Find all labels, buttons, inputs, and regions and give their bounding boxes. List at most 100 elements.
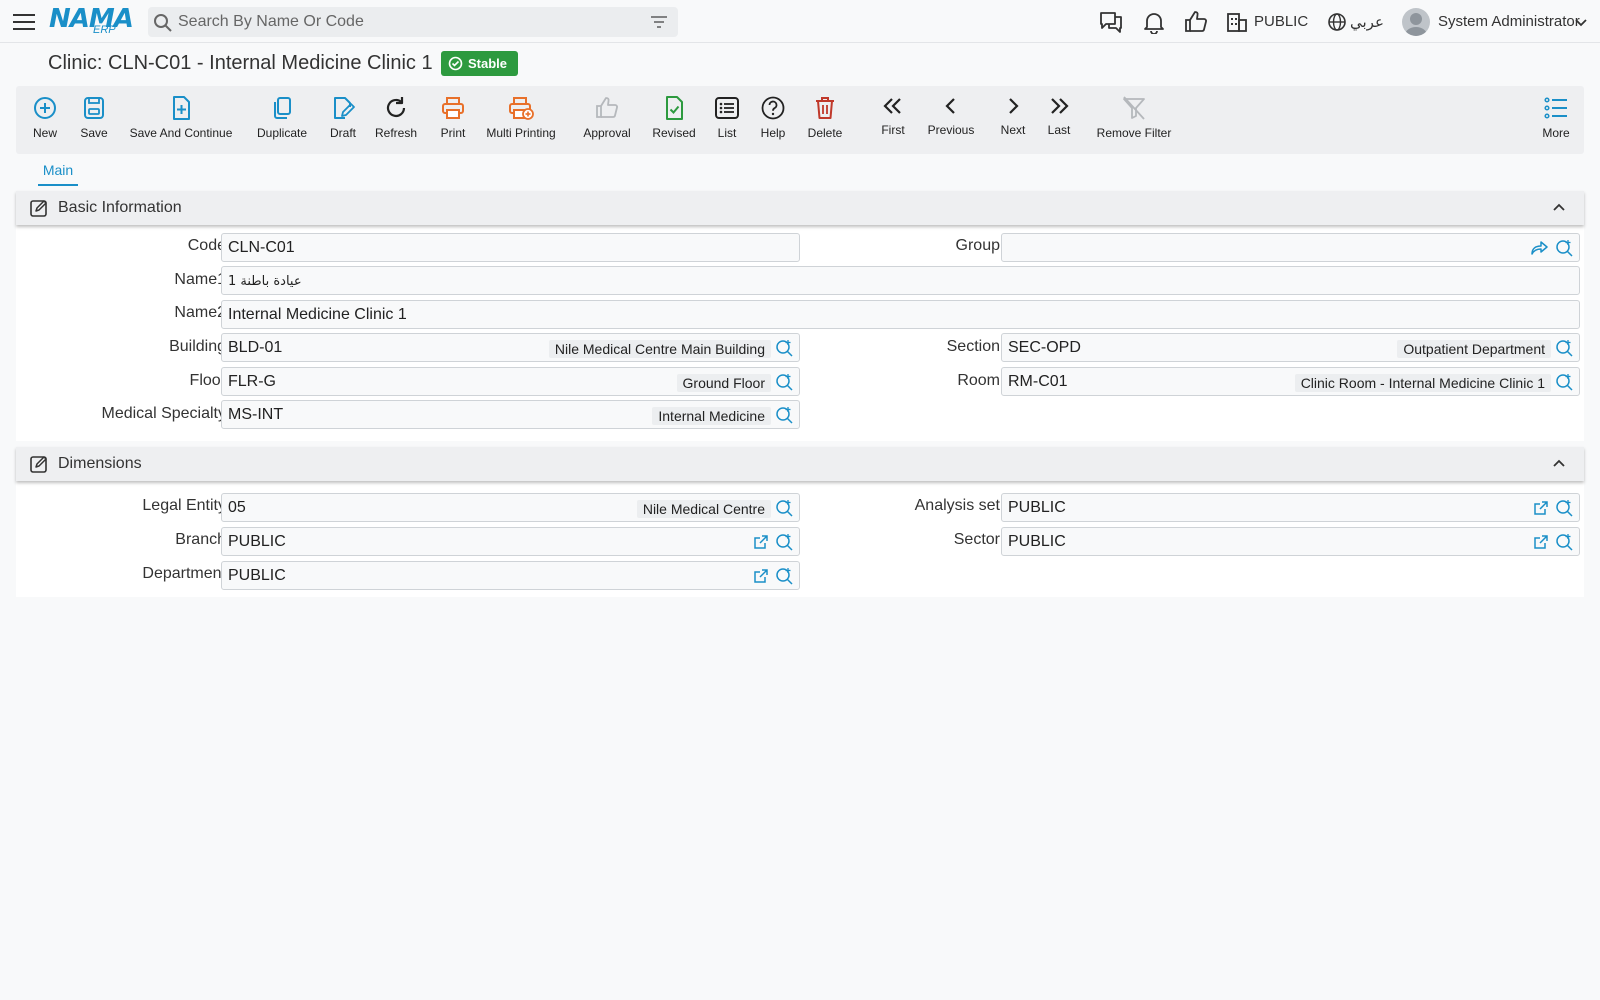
user-name[interactable]: System Administrator xyxy=(1438,13,1580,30)
chevron-down-icon[interactable] xyxy=(1574,10,1588,34)
menu-icon[interactable] xyxy=(12,11,36,33)
share-icon[interactable] xyxy=(1531,240,1549,256)
first-button[interactable]: First xyxy=(878,86,908,154)
lookup-search-icon[interactable] xyxy=(775,373,793,391)
chevron-up-icon[interactable] xyxy=(1552,202,1566,212)
check-circle-icon xyxy=(448,56,463,71)
lookup-search-icon[interactable] xyxy=(1555,239,1573,257)
logo-subtext: ERP xyxy=(93,24,116,36)
thumbs-up-icon[interactable] xyxy=(1183,10,1209,34)
name2-field[interactable]: Internal Medicine Clinic 1 xyxy=(221,300,1580,329)
save-continue-label: Save And Continue xyxy=(129,126,233,140)
revised-button[interactable]: Revised xyxy=(650,86,698,154)
toolbar: New Save Save And Continue Duplicate Dra… xyxy=(16,86,1584,154)
lookup-search-icon[interactable] xyxy=(1555,533,1573,551)
basic-information-header[interactable]: Basic Information xyxy=(16,191,1584,225)
save-icon xyxy=(84,97,104,119)
next-button[interactable]: Next xyxy=(998,86,1028,154)
section-code: SEC-OPD xyxy=(1008,339,1081,356)
refresh-icon xyxy=(386,97,406,117)
dimensions-header[interactable]: Dimensions xyxy=(16,447,1584,481)
nama-logo[interactable]: NAMA ERP xyxy=(49,4,134,38)
help-button[interactable]: Help xyxy=(758,86,788,154)
lookup-search-icon[interactable] xyxy=(1555,373,1573,391)
multi-printing-button[interactable]: Multi Printing xyxy=(486,86,556,154)
language-switch[interactable]: عربي xyxy=(1350,13,1384,31)
lookup-search-icon[interactable] xyxy=(775,339,793,357)
remove-filter-label: Remove Filter xyxy=(1096,126,1172,140)
lookup-search-icon[interactable] xyxy=(1555,499,1573,517)
external-link-icon[interactable] xyxy=(753,568,769,584)
sector-field[interactable]: PUBLIC xyxy=(1001,527,1580,556)
lookup-search-icon[interactable] xyxy=(775,499,793,517)
sector-value: PUBLIC xyxy=(1008,533,1066,550)
list-icon xyxy=(715,97,739,119)
globe-icon[interactable] xyxy=(1327,10,1347,34)
legal-entity-name: Nile Medical Centre xyxy=(636,500,771,518)
code-field[interactable]: CLN-C01 xyxy=(221,233,800,262)
department-field[interactable]: PUBLIC xyxy=(221,561,800,590)
group-field[interactable] xyxy=(1001,233,1580,262)
name1-field[interactable]: عيادة باطنة 1 xyxy=(221,266,1580,295)
draft-label: Draft xyxy=(329,126,357,140)
multi-printer-icon xyxy=(509,97,534,120)
chat-icon[interactable] xyxy=(1098,10,1124,34)
company-name[interactable]: PUBLIC xyxy=(1254,13,1308,30)
medical-specialty-field[interactable]: MS-INT Internal Medicine xyxy=(221,400,800,429)
search-icon xyxy=(154,14,172,32)
department-value: PUBLIC xyxy=(228,567,286,584)
room-label: Room xyxy=(957,372,1000,389)
branch-field[interactable]: PUBLIC xyxy=(221,527,800,556)
avatar[interactable] xyxy=(1402,8,1430,36)
delete-label: Delete xyxy=(807,126,843,140)
last-button[interactable]: Last xyxy=(1044,86,1074,154)
section-field[interactable]: SEC-OPD Outpatient Department xyxy=(1001,333,1580,362)
lookup-search-icon[interactable] xyxy=(1555,339,1573,357)
building-field[interactable]: BLD-01 Nile Medical Centre Main Building xyxy=(221,333,800,362)
search-input[interactable] xyxy=(178,7,638,37)
previous-button[interactable]: Previous xyxy=(926,86,976,154)
new-button[interactable]: New xyxy=(28,86,62,154)
name2-label: Name2 xyxy=(174,304,226,321)
chevron-left-icon xyxy=(945,98,955,114)
status-badge: Stable xyxy=(441,51,518,76)
approval-button[interactable]: Approval xyxy=(582,86,632,154)
tab-main[interactable]: Main xyxy=(38,160,78,186)
name1-value: عيادة باطنة 1 xyxy=(228,274,302,289)
lookup-search-icon[interactable] xyxy=(775,567,793,585)
external-link-icon[interactable] xyxy=(1533,534,1549,550)
search-box xyxy=(148,7,678,37)
section-name: Outpatient Department xyxy=(1397,340,1551,358)
section-label: Section xyxy=(946,338,1000,355)
specialty-code: MS-INT xyxy=(228,406,284,423)
legal-entity-field[interactable]: 05 Nile Medical Centre xyxy=(221,493,800,522)
name2-value: Internal Medicine Clinic 1 xyxy=(228,306,407,323)
branch-value: PUBLIC xyxy=(228,533,286,550)
chevron-up-icon[interactable] xyxy=(1552,458,1566,468)
thumbs-up-icon xyxy=(596,97,618,118)
external-link-icon[interactable] xyxy=(1533,500,1549,516)
approval-label: Approval xyxy=(583,126,631,140)
duplicate-button[interactable]: Duplicate xyxy=(254,86,310,154)
company-icon[interactable] xyxy=(1226,10,1248,34)
refresh-button[interactable]: Refresh xyxy=(372,86,420,154)
delete-button[interactable]: Delete xyxy=(806,86,844,154)
lookup-search-icon[interactable] xyxy=(775,406,793,424)
remove-filter-button[interactable]: Remove Filter xyxy=(1096,86,1172,154)
save-button[interactable]: Save xyxy=(76,86,112,154)
first-label: First xyxy=(881,123,905,137)
print-button[interactable]: Print xyxy=(436,86,470,154)
room-field[interactable]: RM-C01 Clinic Room - Internal Medicine C… xyxy=(1001,367,1580,396)
analysis-set-field[interactable]: PUBLIC xyxy=(1001,493,1580,522)
room-name: Clinic Room - Internal Medicine Clinic 1 xyxy=(1294,374,1551,392)
draft-button[interactable]: Draft xyxy=(326,86,360,154)
more-button[interactable]: More xyxy=(1540,86,1572,154)
list-button[interactable]: List xyxy=(712,86,742,154)
file-check-icon xyxy=(666,96,683,120)
save-continue-button[interactable]: Save And Continue xyxy=(129,86,233,154)
filter-icon[interactable] xyxy=(650,15,668,29)
floor-field[interactable]: FLR-G Ground Floor xyxy=(221,367,800,396)
bell-icon[interactable] xyxy=(1141,10,1167,34)
external-link-icon[interactable] xyxy=(753,534,769,550)
lookup-search-icon[interactable] xyxy=(775,533,793,551)
